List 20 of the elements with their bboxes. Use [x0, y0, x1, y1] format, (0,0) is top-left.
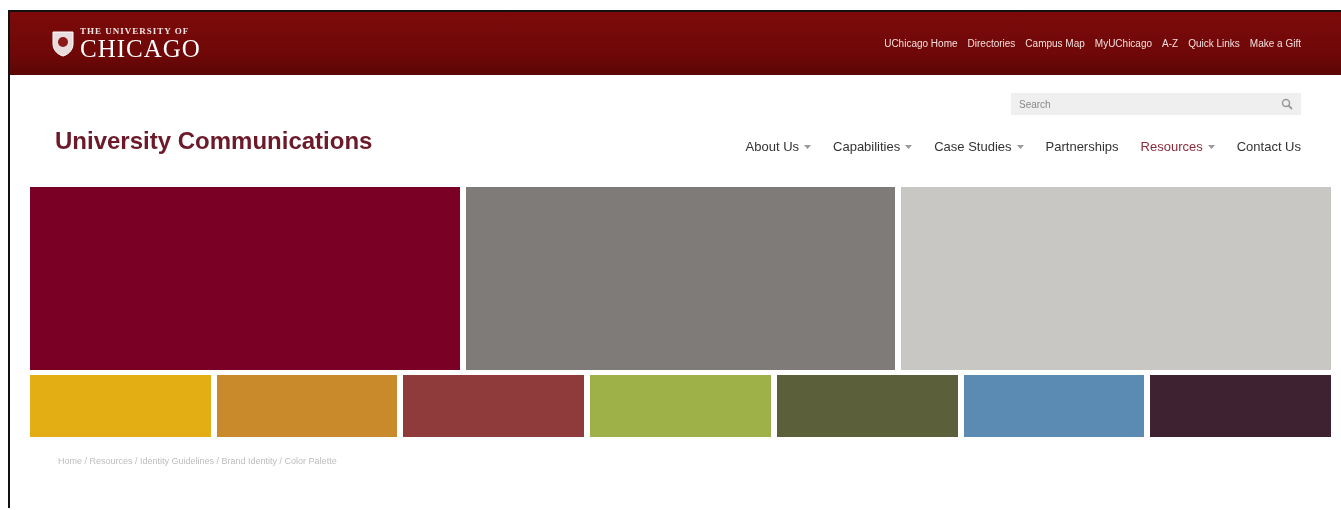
shield-icon [52, 30, 74, 57]
utility-link[interactable]: A-Z [1162, 38, 1179, 49]
utility-link[interactable]: Quick Links [1188, 38, 1240, 49]
utility-link[interactable]: MyUChicago [1094, 38, 1153, 49]
search-icon[interactable] [1281, 98, 1293, 110]
utility-link[interactable]: Campus Map [1025, 38, 1085, 49]
utility-link[interactable]: Make a Gift [1249, 38, 1301, 49]
utility-link[interactable]: Directories [967, 38, 1016, 49]
search-field[interactable]: Search [1011, 93, 1301, 115]
nav-item[interactable]: Partnerships [1045, 139, 1119, 154]
brand-line: THE UNIVERSITY OF [80, 26, 191, 36]
nav-item[interactable]: Case Studies [934, 139, 1024, 154]
site-title: University Communications [55, 127, 373, 155]
nav-item[interactable]: Resources [1140, 139, 1215, 154]
utility-link[interactable]: UChicago Home [884, 38, 958, 49]
nav-item[interactable]: About Us [745, 139, 812, 154]
nav-item[interactable]: Contact Us [1236, 139, 1301, 154]
nav-item[interactable]: Capabilities [833, 139, 913, 154]
brand-name: CHICAGO [80, 35, 201, 61]
breadcrumb: Home / Resources / Identity Guidelines / Brand Identity / Color Palette [57, 455, 338, 466]
